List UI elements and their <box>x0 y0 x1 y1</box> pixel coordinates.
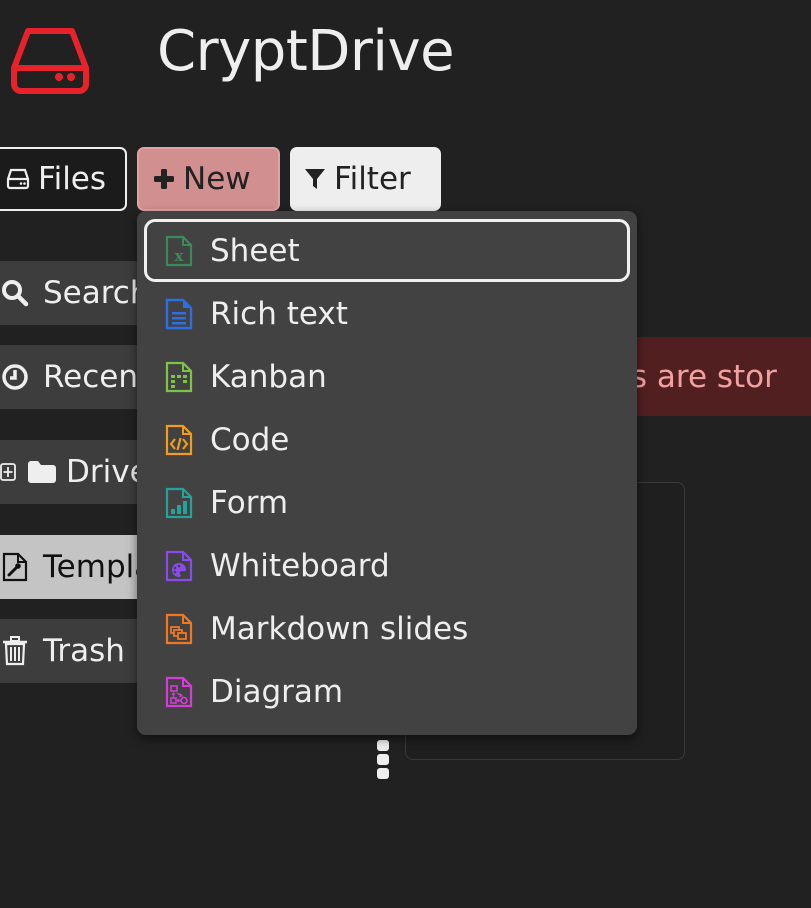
files-button[interactable]: Files <box>0 147 127 211</box>
files-button-label: Files <box>38 161 107 197</box>
menu-item-label: Markdown slides <box>210 610 469 647</box>
sidebar-item-label: Templates <box>43 549 137 585</box>
code-icon <box>165 424 193 456</box>
new-menu-item-sheet[interactable]: x Sheet <box>144 219 630 282</box>
drive-icon <box>6 168 30 190</box>
sidebar-item-label: Recent <box>43 359 137 395</box>
filter-button-label: Filter <box>334 161 411 197</box>
new-menu-item-form[interactable]: Form <box>144 471 630 534</box>
file-wrench-icon <box>0 552 30 582</box>
menu-item-label: Kanban <box>210 358 327 395</box>
new-menu-item-markdown-slides[interactable]: Markdown slides <box>144 597 630 660</box>
diagram-icon <box>165 676 193 708</box>
sheet-icon: x <box>165 235 193 267</box>
sidebar-item-recent[interactable]: Recent <box>0 345 137 409</box>
sidebar-item-label: Trash <box>43 633 125 669</box>
app-title: CryptDrive <box>157 19 455 84</box>
sidebar-item-label: Drive <box>66 454 137 490</box>
more-options-icon[interactable] <box>377 740 389 782</box>
new-button[interactable]: New <box>137 147 280 211</box>
new-menu-item-kanban[interactable]: Kanban <box>144 345 630 408</box>
new-menu-item-rich-text[interactable]: Rich text <box>144 282 630 345</box>
sidebar-item-search[interactable]: Search <box>0 261 137 325</box>
sidebar-item-templates[interactable]: Templates <box>0 535 137 599</box>
new-button-label: New <box>183 161 251 197</box>
filter-button[interactable]: Filter <box>290 147 441 211</box>
form-icon <box>165 487 193 519</box>
menu-item-label: Sheet <box>210 232 300 269</box>
whiteboard-icon <box>165 550 193 582</box>
svg-text:x: x <box>175 247 185 265</box>
sidebar-item-trash[interactable]: Trash <box>0 619 137 683</box>
new-menu-item-code[interactable]: Code <box>144 408 630 471</box>
menu-item-label: Form <box>210 484 289 521</box>
menu-item-label: Rich text <box>210 295 348 332</box>
search-icon <box>0 279 30 307</box>
filter-icon <box>304 167 326 191</box>
richtext-icon <box>165 298 193 330</box>
plus-icon <box>153 168 175 190</box>
sidebar-item-drive[interactable]: Drive <box>0 440 137 504</box>
menu-item-label: Diagram <box>210 673 344 710</box>
slides-icon <box>165 613 193 645</box>
sidebar-item-label: Search <box>43 275 137 311</box>
menu-item-label: Code <box>210 421 290 458</box>
new-menu-item-whiteboard[interactable]: Whiteboard <box>144 534 630 597</box>
menu-item-label: Whiteboard <box>210 547 390 584</box>
clock-icon <box>0 363 30 391</box>
drive-logo-icon <box>10 28 90 94</box>
kanban-icon <box>165 361 193 393</box>
new-menu: x Sheet Rich text Kanban Code Form White… <box>137 211 637 735</box>
new-menu-item-diagram[interactable]: Diagram <box>144 660 630 723</box>
folder-icon <box>26 459 58 485</box>
plus-square-icon[interactable] <box>0 462 18 482</box>
trash-icon <box>0 636 30 666</box>
